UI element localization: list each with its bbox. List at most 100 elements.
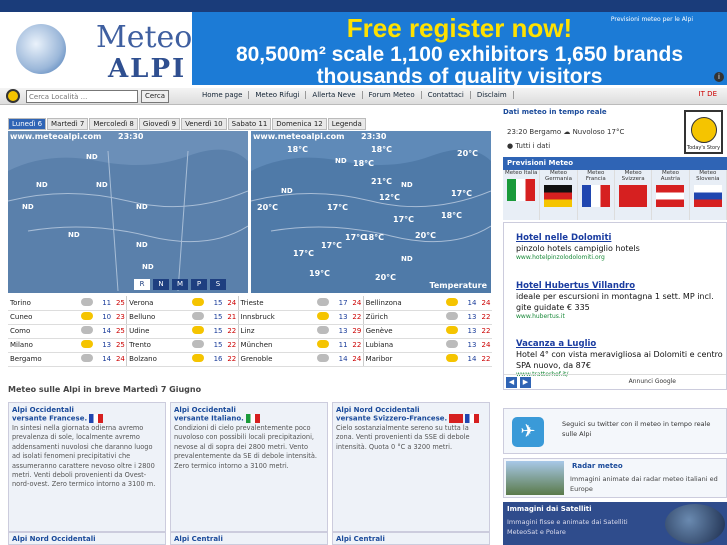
- todays-story-badge[interactable]: Today's Story: [684, 110, 723, 154]
- satellite-title[interactable]: Immagini dai Satelliti: [507, 505, 592, 513]
- weather-icon: [78, 296, 99, 311]
- ad-url[interactable]: www.hotelpinzolodolomiti.org: [516, 254, 726, 261]
- satellite-box[interactable]: Immagini dai Satelliti Immagini fisse e …: [503, 502, 727, 545]
- city-name[interactable]: Verona: [126, 296, 191, 311]
- city-name[interactable]: Trento: [126, 338, 191, 353]
- table-row: Bergamo 14 24 Bolzano 16 22 Grenoble 14 24 Maribo…: [8, 352, 492, 367]
- country-svizzera[interactable]: Meteo Svizzera: [614, 170, 653, 220]
- tab-day-4[interactable]: Venerdì 10: [181, 118, 227, 130]
- ad-banner[interactable]: Free register now! 80,500m² scale 1,100 …: [192, 12, 727, 88]
- city-name[interactable]: Bellinzona: [362, 296, 444, 311]
- ad-title[interactable]: Hotel Hubertus Villandro: [516, 281, 726, 291]
- region-title[interactable]: Alpi Occidentali: [174, 406, 324, 414]
- map-layer-r[interactable]: R: [134, 279, 150, 290]
- map-layer-m[interactable]: M: [172, 279, 188, 290]
- city-name[interactable]: Bolzano: [126, 352, 191, 367]
- tab-day-6[interactable]: Domenica 12: [272, 118, 327, 130]
- country-germania[interactable]: Meteo Germania: [540, 170, 578, 220]
- country-slovenia[interactable]: Meteo Slovenia: [689, 170, 727, 220]
- tab-day-3[interactable]: Giovedì 9: [138, 118, 181, 130]
- nav-link-rifugi[interactable]: Meteo Rifugi: [249, 91, 307, 99]
- temp-label: 20°C: [415, 231, 437, 240]
- nav-link-disclaim[interactable]: Disclaim: [471, 91, 514, 99]
- nav-link-home[interactable]: Home page: [196, 91, 250, 99]
- chevron-left-icon[interactable]: ◀: [506, 377, 517, 388]
- realtime-title[interactable]: Dati meteo in tempo reale: [503, 108, 683, 120]
- weather-map-temperature[interactable]: www.meteoalpi.com 23:30 18°C 18°C 21°C 2…: [251, 131, 491, 293]
- region-text: Cielo sostanzialmente sereno su tutta la…: [336, 424, 470, 451]
- realtime-all-link[interactable]: ● Tutti i dati: [507, 142, 550, 150]
- region-next-3[interactable]: Alpi Centrali: [332, 532, 490, 545]
- info-icon[interactable]: i: [714, 72, 724, 82]
- city-name[interactable]: Linz: [237, 324, 316, 339]
- temp-label: 17°C: [321, 241, 343, 250]
- ad-item[interactable]: Hotel Hubertus Villandro ideale per escu…: [516, 281, 726, 320]
- city-name[interactable]: Trieste: [237, 296, 316, 311]
- twitter-box[interactable]: ✈ Seguici su twitter con il meteo in tem…: [503, 408, 727, 454]
- city-name[interactable]: Torino: [8, 296, 79, 311]
- city-name[interactable]: Innsbruck: [237, 310, 316, 325]
- city-name[interactable]: Milano: [8, 338, 79, 353]
- ad-title[interactable]: Vacanza a Luglio: [516, 339, 726, 349]
- map-layer-s[interactable]: S: [210, 279, 226, 290]
- weather-map-conditions[interactable]: www.meteoalpi.com 23:30 ND ND ND ND ND N…: [8, 131, 248, 293]
- search-button[interactable]: Cerca: [141, 90, 169, 103]
- radar-title[interactable]: Radar meteo: [572, 462, 623, 470]
- city-name[interactable]: Como: [8, 324, 79, 339]
- temp-min: 17: [335, 296, 350, 311]
- partly-cloudy-icon: [317, 326, 330, 334]
- region-title[interactable]: Alpi Nord Occidentali: [336, 406, 486, 414]
- ad-text: ideale per escursioni in montagna 1 sett…: [516, 292, 714, 312]
- table-row: Torino 11 25 Verona 15 24 Trieste 17 24 Bellinzon…: [8, 296, 492, 311]
- ad-url[interactable]: www.hubertus.it: [516, 313, 726, 320]
- tab-day-1[interactable]: Martedì 7: [47, 118, 89, 130]
- ad-item[interactable]: Hotel nelle Dolomiti pinzolo hotels camp…: [516, 233, 726, 261]
- badge-text: Today's Story: [686, 145, 721, 151]
- ad-title[interactable]: Hotel nelle Dolomiti: [516, 233, 726, 243]
- weather-icon: [444, 324, 464, 339]
- country-austria[interactable]: Meteo Austria: [652, 170, 690, 220]
- radar-text: Immagini animate dai radar meteo italian…: [570, 475, 718, 493]
- nav-links: Home page Meteo Rifugi Allerta Neve Foru…: [196, 91, 514, 99]
- city-name[interactable]: München: [237, 338, 316, 353]
- city-name[interactable]: Udine: [126, 324, 191, 339]
- city-name[interactable]: Cuneo: [8, 310, 79, 325]
- radar-box[interactable]: Radar meteo Immagini animate dai radar m…: [503, 458, 727, 498]
- chevron-right-icon[interactable]: ▶: [520, 377, 531, 388]
- twitter-text: Seguici su twitter con il meteo in tempo…: [562, 420, 711, 438]
- temp-label: 17°C: [293, 249, 315, 258]
- nav-link-allerta[interactable]: Allerta Neve: [306, 91, 363, 99]
- region-next-2[interactable]: Alpi Centrali: [170, 532, 328, 545]
- city-name[interactable]: Bergamo: [8, 352, 79, 367]
- search-input[interactable]: [26, 90, 138, 103]
- city-name[interactable]: Lubiana: [362, 338, 444, 353]
- temp-min: 14: [335, 352, 350, 367]
- weather-icon: [190, 296, 211, 311]
- language-switch[interactable]: IT DE: [699, 90, 717, 98]
- nav-link-forum[interactable]: Forum Meteo: [363, 91, 422, 99]
- map-layer-p[interactable]: P: [191, 279, 207, 290]
- ad-item[interactable]: Vacanza a Luglio Hotel 4° con vista mera…: [516, 339, 726, 378]
- city-name[interactable]: Genève: [362, 324, 444, 339]
- temp-max: 25: [112, 338, 127, 353]
- tab-legend[interactable]: Legenda: [327, 118, 366, 130]
- search-icon[interactable]: [6, 89, 20, 103]
- city-name[interactable]: Zürich: [362, 310, 444, 325]
- tab-day-2[interactable]: Mercoledì 8: [89, 118, 138, 130]
- city-name[interactable]: Belluno: [126, 310, 191, 325]
- weather-icon: [315, 352, 336, 367]
- country-italia[interactable]: Meteo Italia: [503, 170, 541, 220]
- map-layer-n[interactable]: N: [153, 279, 169, 290]
- country-label: Meteo Svizzera: [621, 170, 645, 182]
- nav-link-contact[interactable]: Contattaci: [422, 91, 471, 99]
- tab-day-0[interactable]: Lunedì 6: [8, 118, 47, 130]
- country-francia[interactable]: Meteo Francia: [577, 170, 615, 220]
- temp-label: 18°C: [371, 145, 393, 154]
- city-name[interactable]: Grenoble: [237, 352, 316, 367]
- city-name[interactable]: Maribor: [362, 352, 444, 367]
- ads-label[interactable]: Annunci Google: [629, 378, 676, 385]
- site-logo[interactable]: Meteo ALPI: [8, 14, 192, 86]
- tab-day-5[interactable]: Sabato 11: [227, 118, 272, 130]
- region-title[interactable]: Alpi Occidentali: [12, 406, 162, 414]
- region-next-1[interactable]: Alpi Nord Occidentali: [8, 532, 166, 545]
